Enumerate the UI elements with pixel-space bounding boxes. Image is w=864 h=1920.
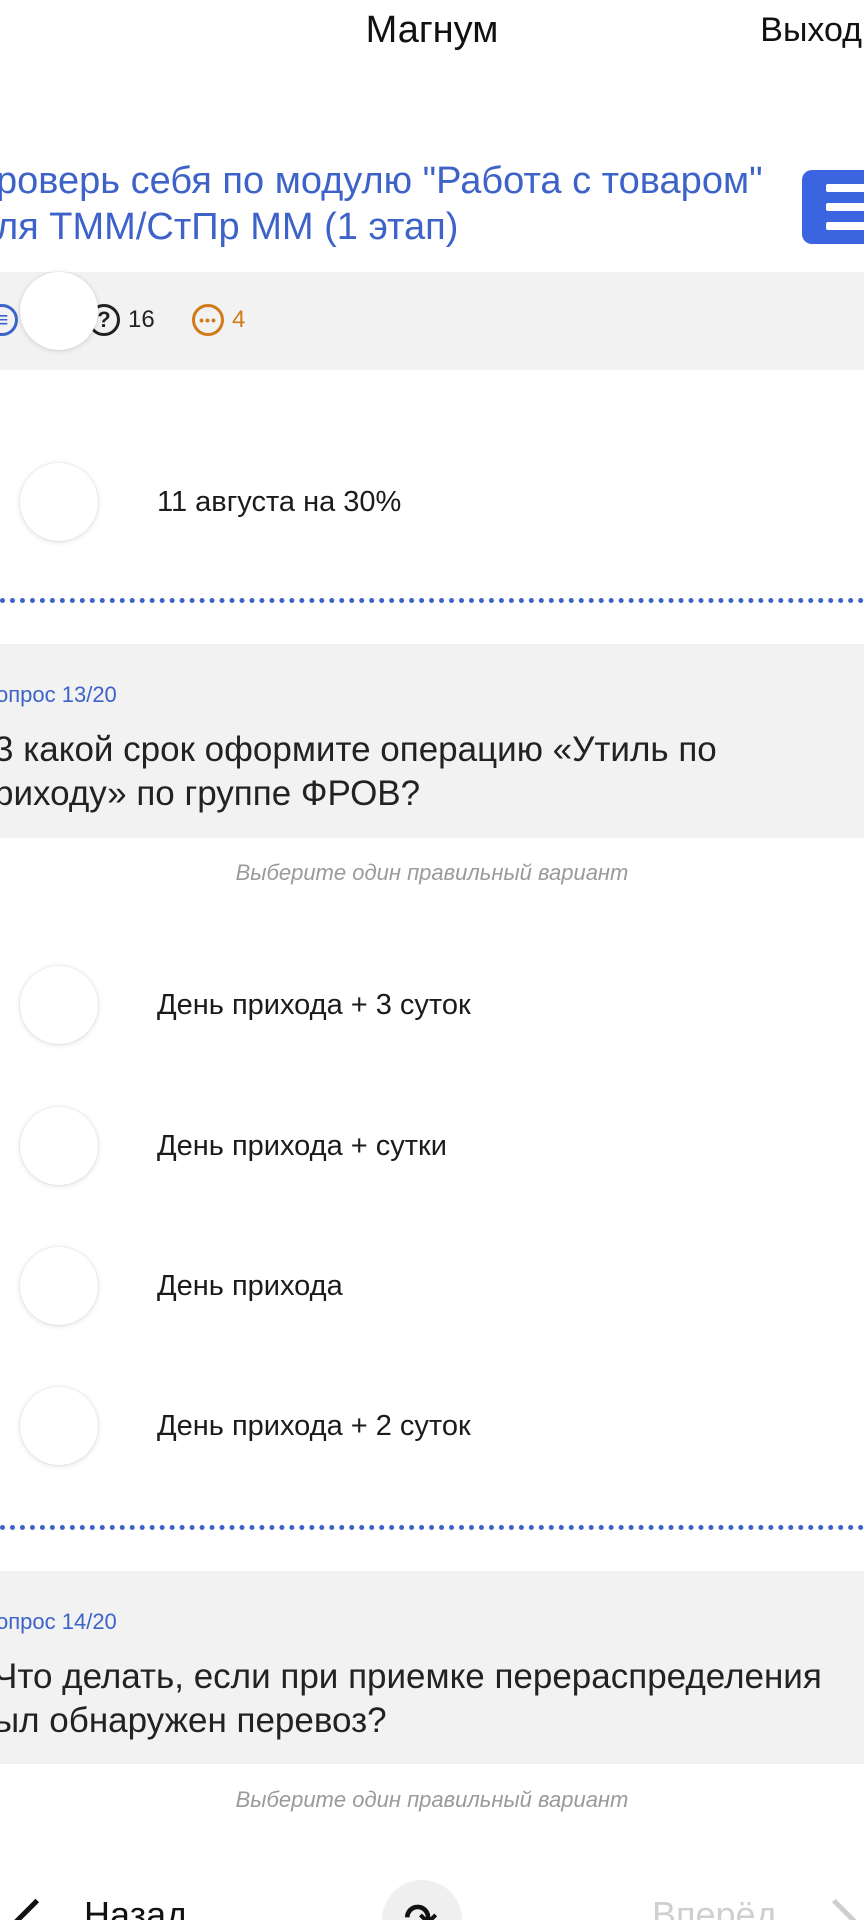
question-text-line-1: 3 какой срок оформите операцию «Утиль по [0,730,717,769]
radio-button[interactable] [20,1107,98,1185]
radio-button[interactable] [20,463,98,541]
answer-option-label: День прихода [157,1270,343,1302]
question-text: 3 какой срок оформите операцию «Утиль по… [0,728,864,816]
hamburger-menu-icon [826,184,864,230]
quiz-title-line-1: роверь себя по модулю "Работа с товаром" [0,160,763,202]
answer-option-label: День прихода + 3 суток [157,989,471,1021]
answer-option-label: День прихода + 2 суток [157,1410,471,1442]
quiz-screen: Магнум Выход роверь себя по модулю "Рабо… [0,0,864,1920]
quiz-title: роверь себя по модулю "Работа с товаром"… [0,158,786,250]
stat-skipped[interactable]: ••• 4 [192,300,245,340]
question-number: опрос 14/20 [0,1609,117,1634]
radio-button[interactable] [20,1387,98,1465]
question-text: Что делать, если при приемке перераспред… [0,1655,864,1743]
chevron-left-icon[interactable] [10,1898,61,1920]
answer-hint: Выберите один правильный вариант [235,1787,629,1812]
answer-option-label: День прихода + сутки [157,1130,447,1162]
stats-bar: ≡ 20 ? 16 ••• 4 [0,272,864,370]
answer-option[interactable]: День прихода + 2 суток [0,1369,864,1479]
app-title: Магнум [365,9,499,51]
radio-button[interactable] [20,272,98,350]
answer-option[interactable]: 11 августа на 30% [0,445,864,555]
redo-arrow-icon: ↷ [404,1897,438,1920]
question-divider [0,598,864,603]
question-text-line-1: Что делать, если при приемке перераспред… [0,1657,822,1696]
logout-button[interactable]: Выход [760,4,864,56]
chevron-right-icon[interactable] [810,1898,861,1920]
question-text-line-2: ыл обнаружен перевоз? [0,1701,387,1740]
redo-button[interactable]: ↷ [382,1880,462,1920]
stat-unanswered-count: 16 [128,306,155,333]
forward-button[interactable]: Вперёд [652,1894,777,1920]
bottom-navigation: Назад ↷ Вперёд [0,1880,864,1920]
answer-option[interactable]: День прихода + сутки [0,1089,864,1199]
question-divider [0,1525,864,1530]
answer-option[interactable]: День прихода + 3 суток [0,948,864,1058]
stat-skipped-count: 4 [232,306,246,333]
question-text-line-2: риходу» по группе ФРОВ? [0,774,421,813]
question-header: опрос 14/20 Что делать, если при приемке… [0,1571,864,1764]
dots-icon: ••• [192,304,224,336]
answer-hint: Выберите один правильный вариант [235,860,629,885]
stat-unanswered[interactable]: ? 16 [88,300,155,340]
back-button[interactable]: Назад [84,1894,187,1920]
answer-option[interactable]: День прихода [0,1229,864,1339]
question-number: опрос 13/20 [0,682,117,707]
quiz-title-line-2: ля ТММ/СтПр ММ (1 этап) [0,206,459,248]
radio-button[interactable] [20,966,98,1044]
answer-option-label: 11 августа на 30% [157,486,402,518]
list-icon: ≡ [0,304,18,336]
menu-button[interactable] [802,170,864,244]
question-header: опрос 13/20 3 какой срок оформите операц… [0,644,864,838]
radio-button[interactable] [20,1247,98,1325]
